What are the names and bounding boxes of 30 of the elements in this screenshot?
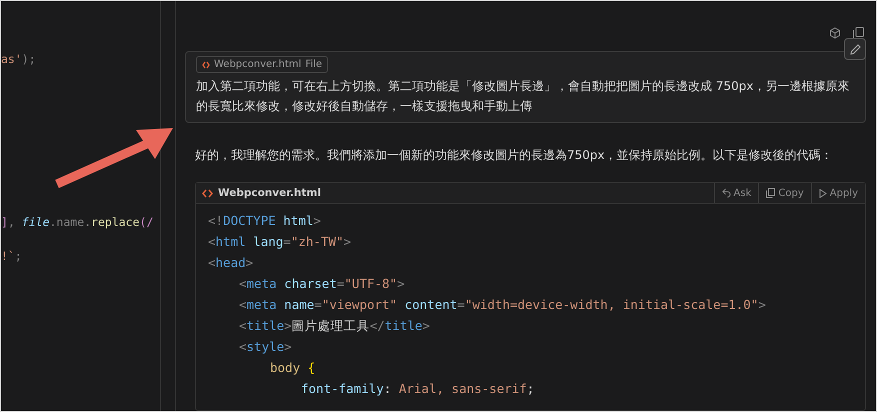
ask-button[interactable]: Ask <box>714 183 758 203</box>
code-line: ], file.name.replace(/ <box>1 214 154 231</box>
code-line: <style> <box>238 338 293 356</box>
copy-icon[interactable] <box>853 27 864 39</box>
attachment-type: File <box>305 59 322 70</box>
undo-arrow-icon <box>722 188 731 198</box>
code-line: font-family: Arial, sans-serif; <box>300 380 536 398</box>
message-text: 加入第二項功能，可在右上方切換。第二項功能是「修改圖片長邊」，會自動把把圖片的長邊改成 750px，另一邊根據原來的長寬比來修改，修改好後自動儲存，一樣支援拖曳和手動上傳 <box>196 78 850 115</box>
file-attachment-chip[interactable]: Webpconver.html File <box>196 56 328 73</box>
edit-button[interactable] <box>844 38 866 60</box>
reply-text: 好的，我理解您的需求。我們將添加一個新的功能來修改圖片的長邊為750px，並保持原始比例。以下是修改後的代碼： <box>195 147 834 164</box>
copy-icon <box>766 188 776 198</box>
code-line: as'); <box>1 51 36 68</box>
code-icon <box>202 188 213 198</box>
code-line: <html lang="zh-TW"> <box>208 233 352 251</box>
code-line: body { <box>269 359 316 377</box>
cube-icon[interactable] <box>829 27 841 39</box>
code-line: <title>圖片處理工具</title> <box>238 317 431 335</box>
code-filename: Webpconver.html <box>196 187 714 199</box>
code-line: <head> <box>208 254 254 272</box>
apply-button[interactable]: Apply <box>810 183 865 203</box>
play-icon <box>818 188 827 198</box>
code-line: <meta charset="UTF-8"> <box>238 275 406 293</box>
code-line: <meta name="viewport" content="width=device-width, initial-scale=1.0"> <box>238 296 767 314</box>
copy-button[interactable]: Copy <box>758 183 811 203</box>
pencil-icon <box>850 44 860 54</box>
code-line: <!DOCTYPE html> <box>208 212 322 230</box>
attachment-name: Webpconver.html <box>214 59 302 70</box>
code-line: !`; <box>1 248 22 265</box>
code-icon <box>202 60 210 68</box>
